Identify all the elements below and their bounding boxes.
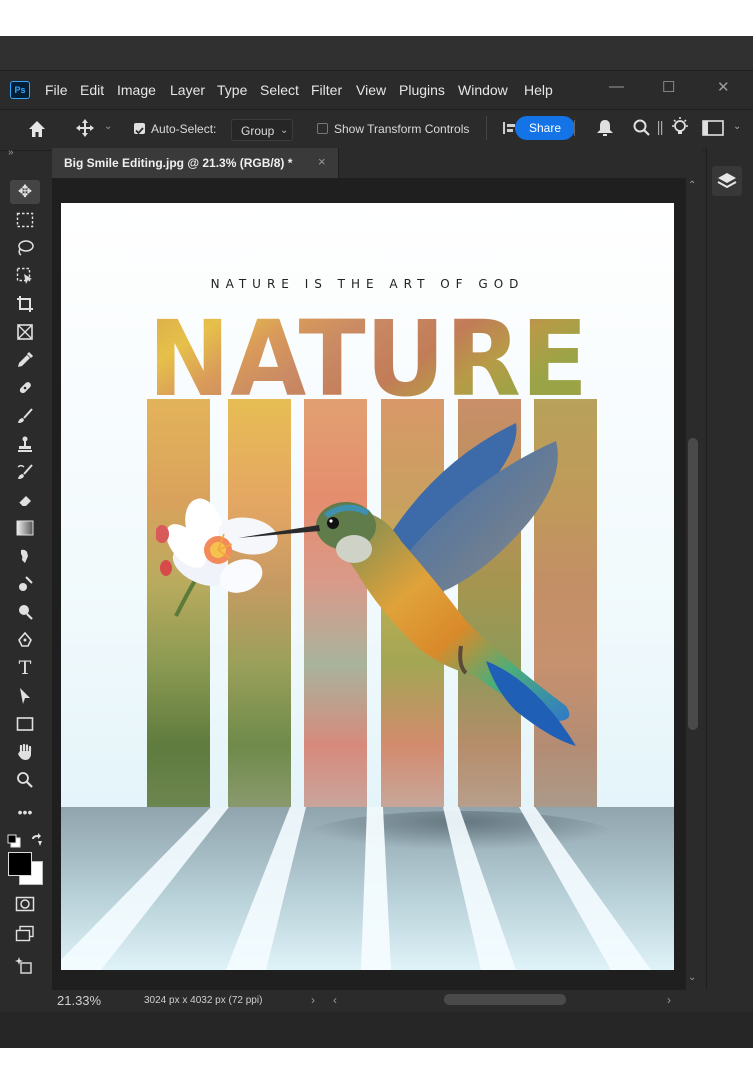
document-info[interactable]: 3024 px x 4032 px (72 ppi) (144, 995, 262, 1006)
options-divider (486, 116, 487, 140)
tool-preset-chevron-icon[interactable]: ⌄ (104, 121, 112, 132)
scroll-down-icon[interactable]: ⌄ (688, 972, 696, 983)
scroll-left-icon[interactable]: ‹ (333, 993, 337, 1007)
artwork-subtitle: NATURE IS THE ART OF GOD (210, 277, 525, 291)
document-tab-title: Big Smile Editing.jpg @ 21.3% (RGB/8) * (64, 156, 293, 170)
frame-tool-icon[interactable] (10, 320, 40, 344)
object-selection-tool-icon[interactable] (10, 264, 40, 288)
show-transform-controls-checkbox[interactable] (317, 123, 328, 134)
menu-select[interactable]: Select (260, 82, 299, 98)
menu-view[interactable]: View (356, 82, 386, 98)
more-tools-icon[interactable]: ••• (10, 800, 40, 824)
layers-icon[interactable] (712, 166, 742, 196)
swap-colors-icon[interactable] (30, 833, 44, 847)
menu-layer[interactable]: Layer (170, 82, 205, 98)
lasso-tool-icon[interactable] (10, 236, 40, 260)
rectangle-tool-icon[interactable] (10, 712, 40, 736)
scroll-up-icon[interactable]: ⌃ (688, 180, 696, 191)
chevron-down-icon: ⌄ (280, 125, 289, 136)
marquee-tool-icon[interactable] (10, 208, 40, 232)
clone-stamp-tool-icon[interactable] (10, 432, 40, 456)
options-divider (574, 120, 575, 136)
eraser-tool-icon[interactable] (10, 488, 40, 512)
generative-expand-icon[interactable] (10, 954, 40, 978)
workspace-icon[interactable] (702, 120, 724, 136)
menu-window[interactable]: Window (458, 82, 508, 98)
crop-tool-icon[interactable] (10, 292, 40, 316)
type-tool-icon[interactable]: T (10, 656, 40, 680)
foreground-color-swatch[interactable] (8, 852, 32, 876)
vertical-scroll-thumb[interactable] (688, 438, 698, 730)
document-tab[interactable]: Big Smile Editing.jpg @ 21.3% (RGB/8) * … (52, 148, 339, 178)
burn-tool-icon[interactable] (10, 572, 40, 596)
gradient-tool-icon[interactable] (10, 516, 40, 540)
headline-text: NATURE (148, 311, 588, 399)
menu-type[interactable]: Type (217, 82, 247, 98)
zoom-level[interactable]: 21.33% (57, 993, 101, 1008)
notifications-icon[interactable] (594, 118, 616, 138)
bottom-strip (0, 1012, 753, 1048)
hand-tool-icon[interactable] (10, 740, 40, 764)
hummingbird-illustration (236, 421, 581, 761)
menu-help[interactable]: Help (524, 82, 553, 98)
menu-plugins[interactable]: Plugins (399, 82, 445, 98)
zoom-tool-icon[interactable] (10, 768, 40, 792)
panel-divider-icon (657, 120, 663, 136)
floor-shadow (61, 807, 674, 970)
show-transform-controls-label: Show Transform Controls (334, 122, 470, 136)
screen-mode-icon[interactable] (10, 922, 40, 946)
default-colors-icon[interactable] (7, 834, 21, 848)
spot-healing-tool-icon[interactable] (10, 376, 40, 400)
quick-mask-icon[interactable] (10, 892, 40, 916)
photoshop-logo: Ps (10, 81, 30, 99)
auto-select-checkbox[interactable] (134, 123, 145, 135)
auto-select-label: Auto-Select: (151, 122, 217, 136)
auto-select-target-dropdown[interactable]: Group ⌄ (231, 119, 293, 141)
dodge-tool-icon[interactable] (10, 600, 40, 624)
menu-image[interactable]: Image (117, 82, 156, 98)
horizontal-scroll-thumb[interactable] (444, 994, 566, 1005)
pen-tool-icon[interactable] (10, 628, 40, 652)
close-tab-icon[interactable]: × (318, 154, 326, 169)
path-selection-tool-icon[interactable] (10, 684, 40, 708)
history-brush-tool-icon[interactable] (10, 460, 40, 484)
close-window-button[interactable]: ✕ (717, 78, 730, 96)
menu-edit[interactable]: Edit (80, 82, 104, 98)
minimize-button[interactable]: — (609, 78, 624, 95)
workspace-chevron-icon[interactable]: ⌄ (733, 121, 741, 132)
home-icon[interactable] (26, 118, 48, 140)
status-menu-chevron-icon[interactable]: › (311, 993, 315, 1007)
menu-filter[interactable]: Filter (311, 82, 342, 98)
title-bar (0, 36, 753, 71)
discover-lightbulb-icon[interactable] (669, 116, 691, 138)
right-panel-dock (706, 148, 753, 990)
brush-tool-icon[interactable] (10, 404, 40, 428)
collapse-toolbar-icon[interactable]: » (8, 147, 14, 158)
move-tool-icon[interactable]: ✥ (10, 180, 40, 204)
scroll-right-icon[interactable]: › (667, 993, 671, 1007)
auto-select-target-value: Group (241, 124, 275, 138)
smudge-tool-icon[interactable] (10, 544, 40, 568)
menu-file[interactable]: File (45, 82, 68, 98)
maximize-button[interactable]: ☐ (662, 78, 675, 96)
artwork-headline: NATURE (147, 298, 589, 420)
eyedropper-tool-icon[interactable] (10, 348, 40, 372)
move-icon[interactable] (75, 118, 95, 138)
share-button[interactable]: Share (515, 116, 575, 140)
document-canvas[interactable]: NATURE IS THE ART OF GOD NATURE (61, 203, 674, 970)
search-icon[interactable] (632, 118, 652, 138)
align-icon[interactable] (502, 121, 516, 135)
